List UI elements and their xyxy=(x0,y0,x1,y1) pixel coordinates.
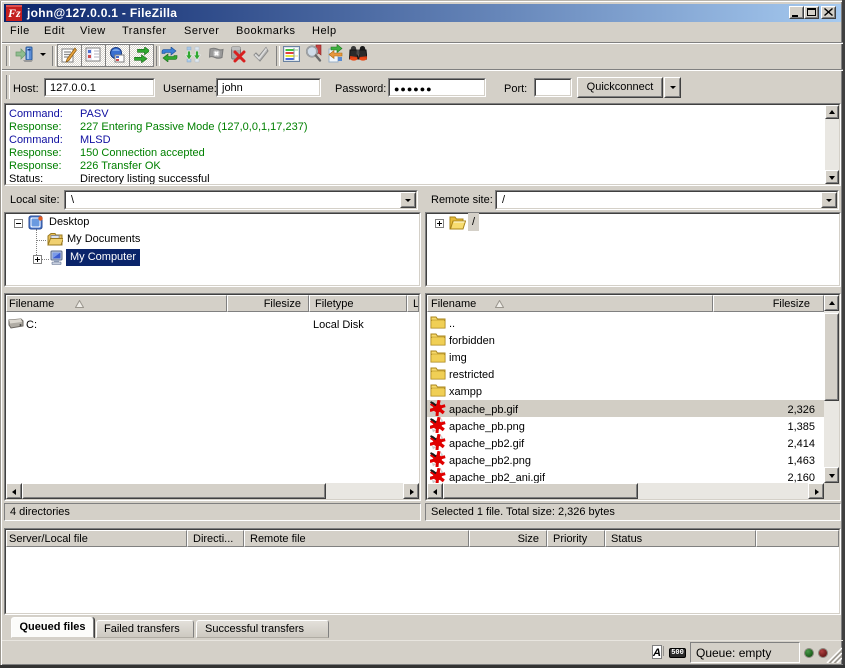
svg-text:Fz: Fz xyxy=(7,6,21,20)
svg-text:A: A xyxy=(652,647,661,659)
